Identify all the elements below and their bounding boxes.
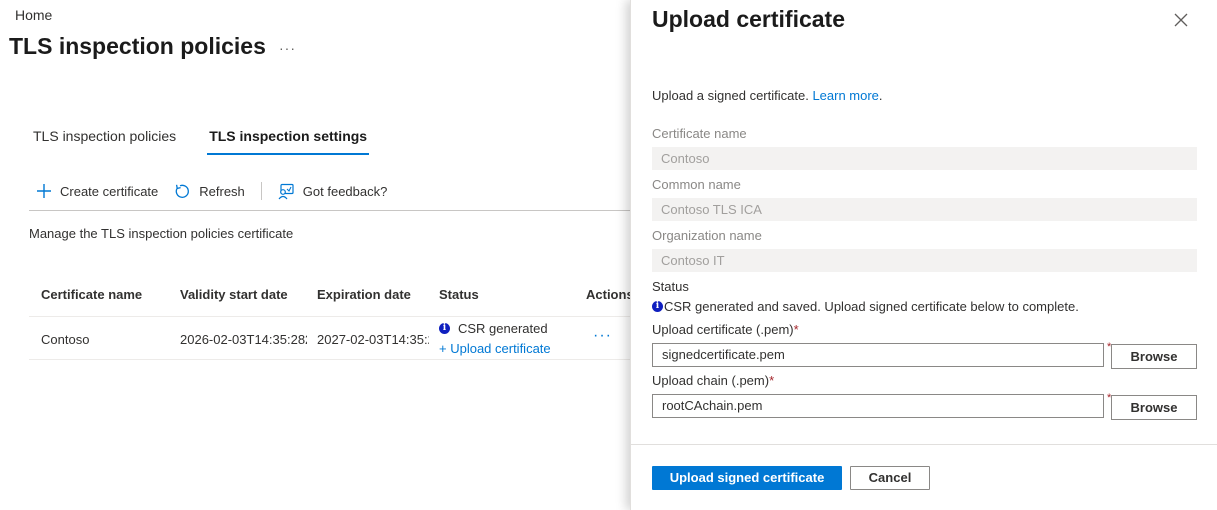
status-message-text: CSR generated and saved. Upload signed c…	[664, 299, 1079, 314]
status-cell: i CSR generated	[439, 321, 548, 336]
refresh-label: Refresh	[199, 183, 245, 199]
tab-bar: TLS inspection policies TLS inspection s…	[33, 127, 370, 157]
required-marker: *	[793, 322, 799, 337]
command-bar: Create certificate Refresh Got feedback?	[36, 182, 403, 200]
panel-description: Upload a signed certificate. Learn more.	[652, 88, 883, 103]
status-label: Status	[652, 279, 689, 294]
section-description: Manage the TLS inspection policies certi…	[29, 226, 294, 241]
feedback-icon	[278, 183, 294, 199]
required-marker: *	[769, 373, 775, 388]
table-row: Contoso 2026-02-03T14:35:282 2027-02-03T…	[0, 317, 630, 359]
certificate-name-field: Contoso	[652, 147, 1197, 170]
column-header-certificate-name[interactable]: Certificate name	[41, 287, 142, 302]
common-name-field: Contoso TLS ICA	[652, 198, 1197, 221]
cell-expiration: 2027-02-03T14:35:2	[317, 332, 429, 347]
table-header: Certificate name Validity start date Exp…	[0, 287, 634, 317]
create-certificate-button[interactable]: Create certificate	[36, 183, 158, 199]
upload-certificate-label: Upload certificate (.pem)*	[652, 322, 799, 337]
browse-chain-button[interactable]: Browse	[1111, 395, 1197, 420]
breadcrumb[interactable]: Home	[15, 7, 52, 23]
organization-name-label: Organization name	[652, 228, 762, 243]
create-certificate-label: Create certificate	[60, 183, 159, 199]
upload-certificate-label-text: Upload certificate (.pem)	[652, 322, 794, 337]
toolbar-divider	[260, 182, 262, 200]
upload-chain-input[interactable]: rootCAchain.pem	[652, 394, 1104, 418]
upload-chain-label-text: Upload chain (.pem)	[652, 373, 770, 388]
row-actions-more-icon[interactable]: ···	[593, 327, 612, 345]
tab-tls-inspection-policies[interactable]: TLS inspection policies	[33, 127, 206, 155]
page-title: TLS inspection policies	[9, 33, 266, 59]
tab-label: TLS inspection policies	[33, 128, 177, 144]
upload-signed-certificate-button[interactable]: Upload signed certificate	[652, 466, 842, 490]
browse-certificate-button[interactable]: Browse	[1111, 344, 1197, 369]
feedback-label: Got feedback?	[302, 183, 388, 199]
cell-certificate-name: Contoso	[41, 332, 90, 347]
organization-name-field: Contoso IT	[652, 249, 1197, 272]
status-message: i CSR generated and saved. Upload signed…	[652, 299, 1079, 314]
column-header-status[interactable]: Status	[439, 287, 479, 302]
common-name-label: Common name	[652, 177, 741, 192]
refresh-icon	[175, 184, 190, 198]
learn-more-link[interactable]: Learn more	[812, 88, 878, 103]
upload-certificate-link[interactable]: + Upload certificate	[439, 341, 551, 356]
info-icon: i	[652, 301, 663, 312]
panel-description-text: Upload a signed certificate.	[652, 88, 809, 103]
column-header-expiration[interactable]: Expiration date	[317, 287, 411, 302]
info-icon: i	[439, 323, 450, 334]
refresh-button[interactable]: Refresh	[174, 183, 245, 200]
cell-validity-start: 2026-02-03T14:35:282	[180, 332, 307, 347]
plus-icon	[37, 184, 51, 198]
feedback-button[interactable]: Got feedback?	[278, 183, 388, 200]
upload-certificate-panel: Upload certificate Upload a signed certi…	[630, 0, 1217, 510]
tab-label: TLS inspection settings	[209, 128, 368, 144]
panel-title: Upload certificate	[652, 6, 845, 32]
period: .	[878, 88, 883, 103]
tab-tls-inspection-settings[interactable]: TLS inspection settings	[207, 127, 370, 155]
upload-chain-label: Upload chain (.pem)*	[652, 373, 774, 388]
certificate-name-label: Certificate name	[652, 126, 747, 141]
column-header-actions: Actions	[586, 287, 634, 302]
panel-footer-divider	[631, 444, 1217, 445]
toolbar-divider-line	[29, 210, 630, 211]
cancel-button[interactable]: Cancel	[850, 466, 930, 490]
upload-certificate-input[interactable]: signedcertificate.pem	[652, 343, 1104, 367]
page-more-icon[interactable]: ···	[279, 40, 296, 56]
column-header-validity-start[interactable]: Validity start date	[180, 287, 288, 302]
status-text: CSR generated	[458, 321, 548, 336]
close-icon[interactable]	[1173, 12, 1189, 28]
table-divider	[29, 359, 630, 360]
